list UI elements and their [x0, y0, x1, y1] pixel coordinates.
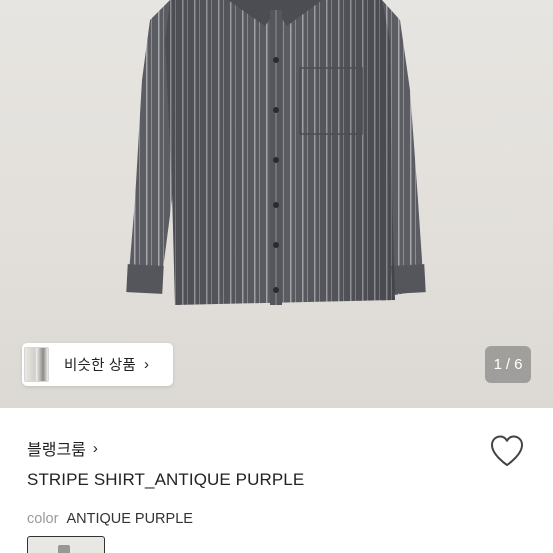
color-swatch-selected[interactable] — [27, 536, 105, 553]
brand-name: 블랭크룸 — [27, 442, 86, 459]
similar-products-label: 비슷한 상품 — [64, 358, 136, 374]
color-label: color — [27, 511, 59, 527]
similar-products-button[interactable]: 비슷한 상품 › — [22, 343, 173, 386]
similar-product-thumbnail — [22, 343, 52, 386]
color-option-row: color ANTIQUE PURPLE — [27, 511, 193, 527]
image-pager-indicator: 1 / 6 — [485, 346, 531, 383]
swatch-thumbnail — [58, 545, 70, 553]
product-image-gallery[interactable]: 비슷한 상품 › 1 / 6 — [0, 0, 553, 408]
pager-current: 1 — [493, 356, 502, 373]
color-value: ANTIQUE PURPLE — [66, 511, 193, 527]
chevron-right-icon: › — [143, 356, 149, 373]
wishlist-heart-icon[interactable] — [489, 434, 525, 468]
product-title: STRIPE SHIRT_ANTIQUE PURPLE — [27, 470, 305, 489]
chevron-right-icon: › — [92, 439, 98, 457]
thumbnail-front — [35, 347, 49, 382]
brand-link[interactable]: 블랭크룸 › — [27, 436, 98, 460]
pager-separator: / — [505, 356, 511, 373]
pager-total: 6 — [514, 356, 523, 373]
